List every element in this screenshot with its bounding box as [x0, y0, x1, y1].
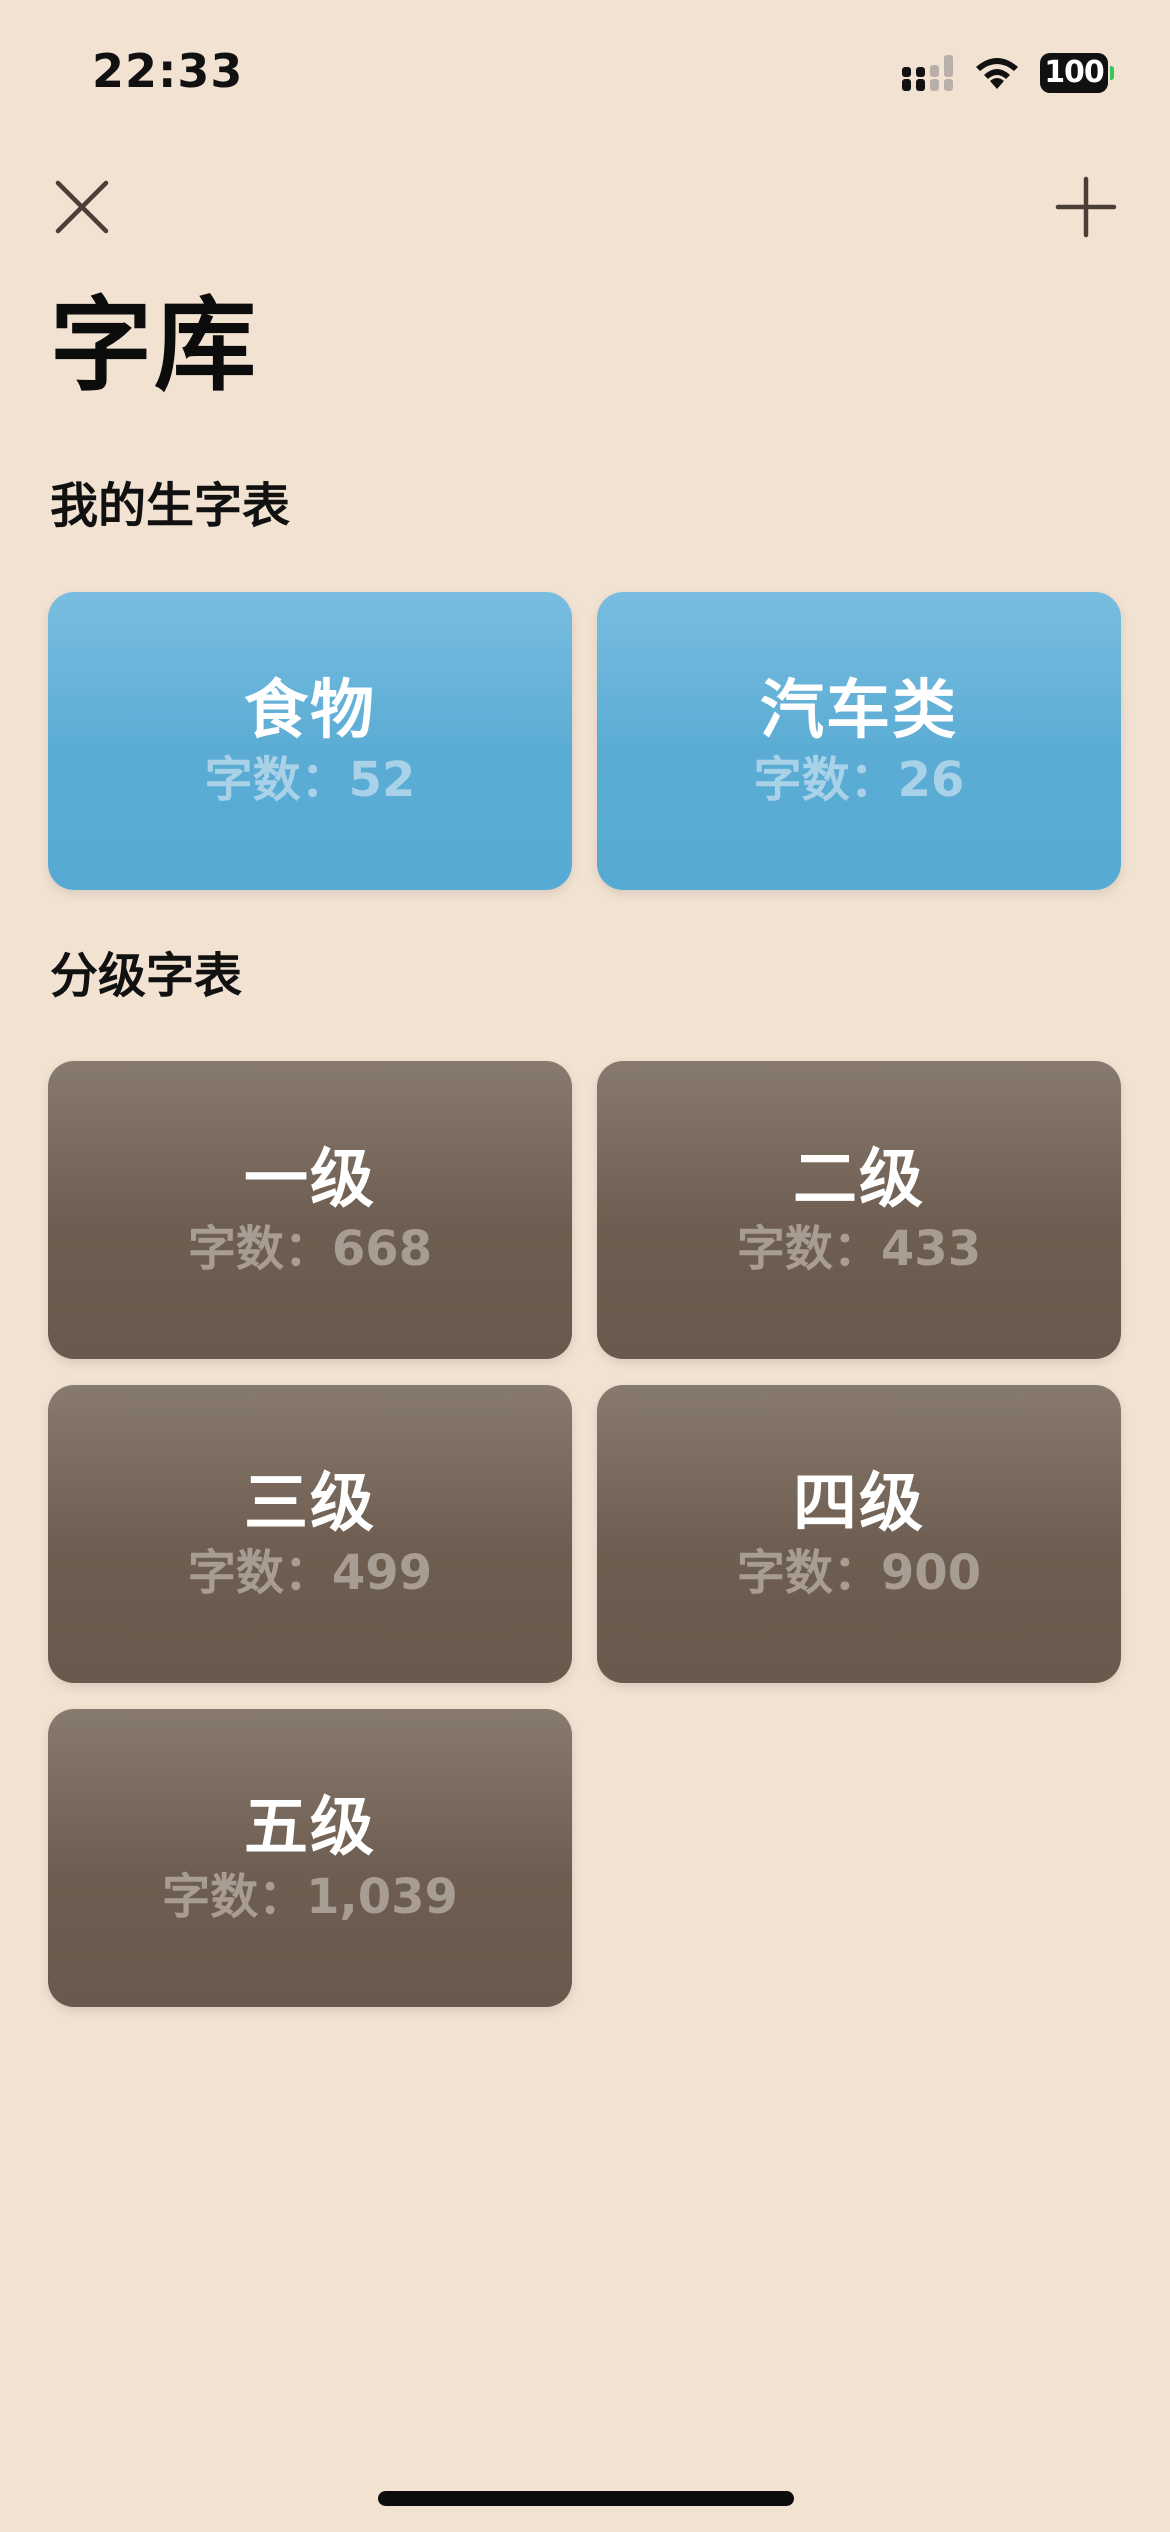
graded-list-card[interactable]: 五级 字数：1,039	[48, 1709, 572, 2007]
page-title: 字库	[50, 287, 258, 406]
card-title: 汽车类	[760, 674, 958, 748]
status-indicators: 100	[902, 50, 1114, 96]
status-bar: 22:33 100	[0, 0, 1170, 150]
graded-list-card[interactable]: 一级 字数：668	[48, 1061, 572, 1359]
battery-level: 100	[1040, 53, 1108, 93]
close-icon	[55, 180, 109, 234]
card-title: 五级	[244, 1791, 376, 1865]
battery-tip	[1110, 66, 1114, 80]
section-title-graded-lists: 分级字表	[50, 948, 243, 1004]
signal-icon	[902, 55, 954, 91]
battery-icon: 100	[1040, 53, 1114, 93]
card-count: 字数：433	[736, 1221, 982, 1277]
close-button[interactable]	[50, 175, 114, 239]
graded-list-card[interactable]: 四级 字数：900	[597, 1385, 1121, 1683]
status-time: 22:33	[92, 44, 244, 98]
graded-list-card[interactable]: 三级 字数：499	[48, 1385, 572, 1683]
card-count: 字数：1,039	[162, 1869, 458, 1925]
word-list-card[interactable]: 汽车类 字数：26	[597, 592, 1121, 890]
card-title: 四级	[793, 1467, 925, 1541]
add-button[interactable]	[1054, 175, 1118, 239]
word-list-card[interactable]: 食物 字数：52	[48, 592, 572, 890]
card-count: 字数：26	[753, 752, 965, 808]
graded-list-card[interactable]: 二级 字数：433	[597, 1061, 1121, 1359]
section-title-my-word-lists: 我的生字表	[50, 478, 291, 534]
home-indicator[interactable]	[378, 2491, 794, 2506]
card-count: 字数：900	[736, 1545, 982, 1601]
card-count: 字数：668	[187, 1221, 433, 1277]
wifi-icon	[972, 55, 1022, 91]
card-title: 食物	[244, 674, 376, 748]
plus-icon	[1055, 176, 1117, 238]
card-title: 一级	[244, 1143, 376, 1217]
card-count: 字数：499	[187, 1545, 433, 1601]
card-count: 字数：52	[204, 752, 416, 808]
card-title: 二级	[793, 1143, 925, 1217]
card-title: 三级	[244, 1467, 376, 1541]
